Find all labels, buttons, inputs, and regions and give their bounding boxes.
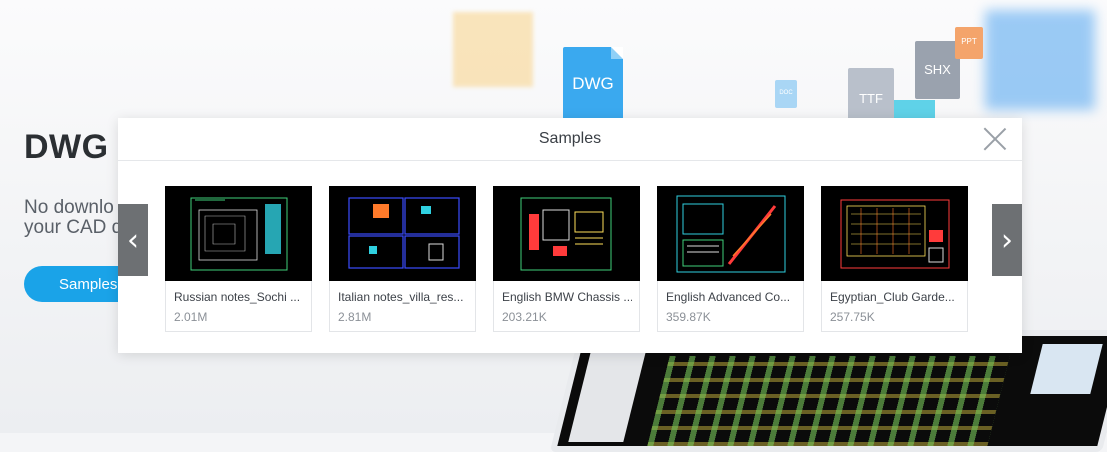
- sample-name: English BMW Chassis ...: [502, 290, 632, 304]
- sample-name: Italian notes_villa_res...: [338, 290, 464, 304]
- modal-header: Samples: [118, 118, 1022, 161]
- shx-file-icon: SHX: [915, 41, 960, 99]
- hero-subtitle: No downlo your CAD d: [24, 198, 119, 238]
- sample-name: Egyptian_Club Garde...: [830, 290, 955, 304]
- next-arrow-button[interactable]: ›: [992, 204, 1022, 276]
- hero-subtitle-line: your CAD d: [24, 217, 119, 238]
- decorative-blob: [453, 12, 533, 87]
- sample-size: 2.01M: [174, 310, 208, 324]
- sample-card[interactable]: Italian notes_villa_res... 2.81M: [329, 186, 476, 332]
- decorative-blob: [985, 10, 1095, 110]
- modal-title: Samples: [538, 130, 602, 147]
- sample-thumbnail: [165, 186, 312, 281]
- sample-list: Russian notes_Sochi ... 2.01M Italian no…: [165, 186, 968, 332]
- dwg-file-icon: DWG: [563, 47, 623, 127]
- hero-title: DWG: [24, 128, 109, 166]
- sample-thumbnail: [657, 186, 804, 281]
- cad-panel-illustration: [1030, 344, 1103, 394]
- samples-modal: Samples ‹ › Russian notes_Sochi ... 2.01…: [118, 118, 1022, 353]
- sample-size: 257.75K: [830, 310, 875, 324]
- hero-subtitle-line: No downlo: [24, 198, 114, 218]
- close-icon[interactable]: [982, 126, 1008, 152]
- ppt-file-icon: PPT: [955, 27, 983, 59]
- sample-thumbnail: [493, 186, 640, 281]
- sample-size: 2.81M: [338, 310, 372, 324]
- sample-card[interactable]: English Advanced Co... 359.87K: [657, 186, 804, 332]
- sample-size: 203.21K: [502, 310, 547, 324]
- sample-card[interactable]: Russian notes_Sochi ... 2.01M: [165, 186, 312, 332]
- sample-card[interactable]: English BMW Chassis ... 203.21K: [493, 186, 640, 332]
- sample-size: 359.87K: [666, 310, 711, 324]
- sample-thumbnail: [329, 186, 476, 281]
- doc-file-icon: DOC: [775, 80, 797, 108]
- sample-thumbnail: [821, 186, 968, 281]
- prev-arrow-button[interactable]: ‹: [118, 204, 148, 276]
- sample-card[interactable]: Egyptian_Club Garde... 257.75K: [821, 186, 968, 332]
- cad-toolbar-illustration: [568, 342, 649, 442]
- sample-name: English Advanced Co...: [666, 290, 791, 304]
- sample-name: Russian notes_Sochi ...: [174, 290, 301, 304]
